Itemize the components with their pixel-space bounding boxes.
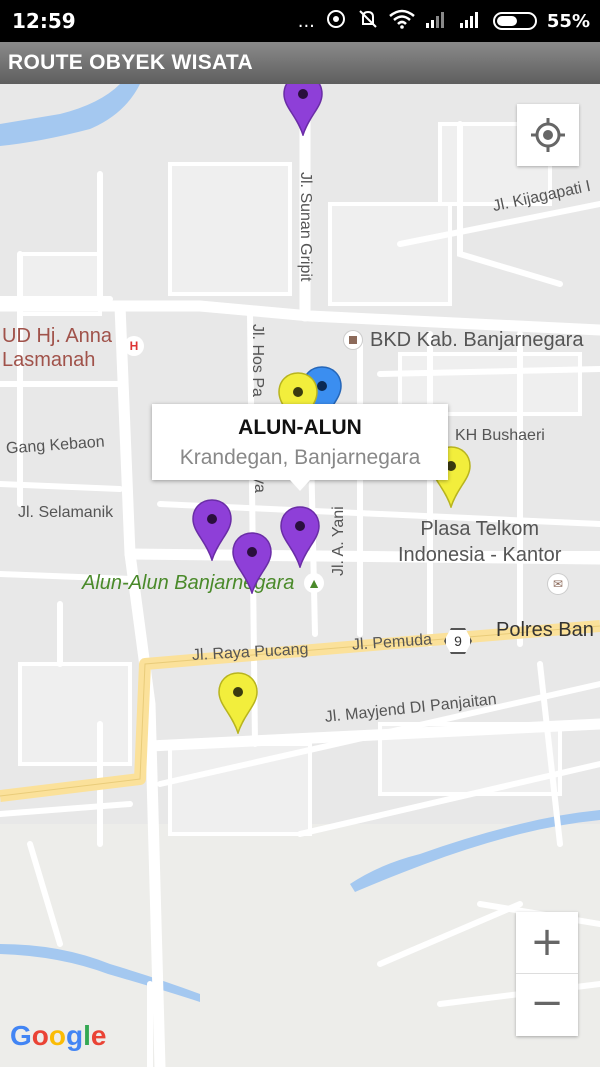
info-window-tail <box>290 480 310 491</box>
marker-yellow-3[interactable] <box>218 672 258 734</box>
app-bar: ROUTE OBYEK WISATA <box>0 42 600 84</box>
sync-icon <box>325 8 347 35</box>
zoom-in-button[interactable]: + <box>516 912 578 974</box>
battery-icon <box>492 12 537 30</box>
park-icon: ▲ <box>304 573 324 593</box>
wifi-icon <box>389 9 415 34</box>
label-kh-bushaeri: KH Bushaeri <box>455 427 545 444</box>
label-jl-selamanik: Jl. Selamanik <box>18 504 114 521</box>
notification-dots: ... <box>297 10 315 32</box>
label-jl-a-yani: Jl. A. Yani <box>330 506 347 576</box>
zoom-out-button[interactable]: − <box>516 974 578 1036</box>
my-location-button[interactable] <box>517 104 579 166</box>
app-title: ROUTE OBYEK WISATA <box>8 51 253 74</box>
status-bar: 12:59 ... 55% <box>0 0 600 42</box>
label-jl-sunan-gripit: Jl. Sunan Gripit <box>297 172 314 282</box>
zoom-controls: + − <box>516 912 578 1036</box>
info-window-title: ALUN-ALUN <box>238 416 362 439</box>
bkd-icon <box>344 331 362 349</box>
map-view[interactable]: UD Hj. Anna Lasmanah H BKD Kab. Banjarne… <box>0 84 600 1067</box>
google-logo: Google <box>10 1020 107 1051</box>
status-icons: ... 55% <box>298 8 590 34</box>
label-hospital: UD Hj. Anna Lasmanah <box>2 325 113 371</box>
label-jl-hos: Jl. Hos Pa <box>249 324 266 397</box>
label-plasa-telkom: Plasa Telkom Indonesia - Kantor <box>398 518 562 566</box>
info-window-subtitle: Krandegan, Banjarnegara <box>179 446 421 469</box>
marker-purple-4[interactable] <box>232 532 272 594</box>
marker-purple-1[interactable] <box>283 84 323 136</box>
hospital-icon: H <box>124 336 144 356</box>
mute-icon <box>357 8 379 35</box>
marker-purple-3[interactable] <box>280 506 320 568</box>
status-time: 12:59 <box>12 9 76 33</box>
post-office-icon: ✉ <box>548 574 568 594</box>
info-window[interactable]: ALUN-ALUN Krandegan, Banjarnegara <box>152 404 448 491</box>
crosshair-icon <box>531 118 565 152</box>
battery-percent: 55% <box>546 10 590 32</box>
label-polres: Polres Ban <box>496 619 594 641</box>
marker-purple-2[interactable] <box>192 499 232 561</box>
signal-icon-1 <box>425 10 449 33</box>
signal-icon-2 <box>459 10 483 33</box>
label-bkd: BKD Kab. Banjarnegara <box>370 329 584 351</box>
